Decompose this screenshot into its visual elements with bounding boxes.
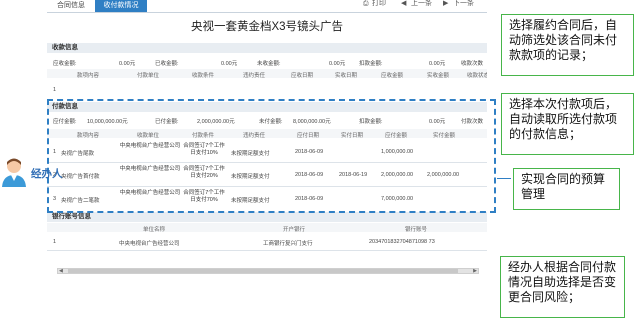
callout-auto-read: 选择本次付款项后，自动读取所选付款项的付款信息； [501, 93, 634, 155]
print-icon[interactable]: ⎙ [363, 0, 369, 8]
person-icon [2, 158, 26, 187]
summary-value: 0.00元 [329, 61, 346, 67]
page-title: 央视一套黄金档X3号镜头广告 [190, 21, 344, 33]
row-number: 1 [53, 239, 57, 245]
row-number: 1 [53, 87, 57, 93]
bank-account-cell: 2034701832704871098 73 [369, 239, 435, 245]
column-header: 银行账号 [405, 227, 428, 233]
row-divider [47, 250, 487, 251]
summary-label: 未收金额: [257, 61, 281, 67]
summary-value: 0.00元 [429, 61, 446, 67]
column-header: 应收日期 [291, 73, 314, 79]
next-button[interactable]: 下一条 [453, 0, 474, 8]
summary-label: 已收金额: [155, 61, 179, 67]
column-header: 应收金额 [381, 73, 404, 79]
callout-filter-unpaid: 选择履约合同后，自动筛选处该合同未付款款项的记录； [501, 14, 634, 76]
connector-line [497, 178, 511, 179]
summary-value: 0.00元 [221, 61, 238, 67]
horizontal-scrollbar[interactable]: ◀ ▶ [57, 268, 479, 274]
summary-label: 扣款金额: [359, 61, 383, 67]
prev-icon[interactable]: ◀ [401, 0, 406, 8]
column-header: 款项内容 [77, 73, 100, 79]
summary-value: 0.00元 [119, 61, 136, 67]
print-button[interactable]: 打印 [372, 0, 386, 8]
column-header: 收款状态 [467, 73, 487, 79]
callout-budget: 实现合同的预算管理 [513, 168, 620, 210]
column-header: 单位名称 [143, 227, 166, 233]
receipt-section-header: 收款信息 [47, 43, 487, 53]
callout-risk-change: 经办人根据合同付款情况自助选择是否变更合同风险； [500, 256, 625, 318]
tab-payment-status[interactable]: 收付款情况 [95, 0, 147, 12]
bank-unit-cell: 中央电视台广告经营公司 [119, 241, 180, 247]
column-header: 付款单位 [137, 73, 160, 79]
tab-bar: 合同信息 收付款情况 ⎙ 打印 ◀ 上一条 ▶ 下一条 [47, 0, 487, 13]
prev-button[interactable]: 上一条 [411, 0, 432, 8]
column-header: 实收日期 [335, 73, 358, 79]
scroll-right-icon[interactable]: ▶ [473, 268, 477, 274]
receipt-table-header: 款项内容 付款单位 收款条件 违约责任 应收日期 实收日期 应收金额 实收金额 … [47, 69, 487, 79]
column-header: 违约责任 [243, 73, 266, 79]
payment-highlight-frame [47, 99, 496, 213]
column-header: 开户银行 [283, 227, 306, 233]
column-header: 实收金额 [427, 73, 450, 79]
bank-section-header: 银行账号信息 [47, 212, 487, 222]
role-label: 经办人 [31, 168, 63, 180]
summary-label: 收款次数 [461, 61, 484, 67]
scrollbar-thumb[interactable] [68, 269, 458, 273]
bank-table-header: 单位名称 开户银行 银行账号 [47, 223, 487, 233]
tab-contract-info[interactable]: 合同信息 [55, 0, 87, 12]
scroll-left-icon[interactable]: ◀ [59, 268, 63, 274]
summary-label: 应收金额: [53, 61, 77, 67]
column-header: 收款条件 [192, 73, 215, 79]
bank-name-cell: 工商银行复兴门支行 [263, 241, 313, 247]
next-icon[interactable]: ▶ [443, 0, 448, 8]
